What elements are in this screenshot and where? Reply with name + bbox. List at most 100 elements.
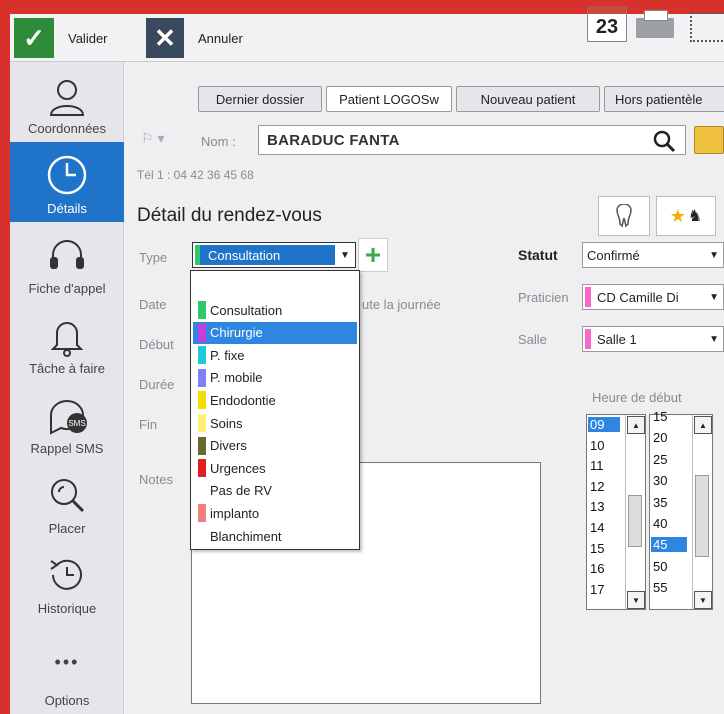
sidebar-item-label: Détails [47, 201, 87, 216]
list-item[interactable]: 11 [588, 458, 620, 473]
list-item[interactable]: 16 [588, 561, 620, 576]
type-option[interactable]: Pas de RV [193, 480, 357, 502]
type-option-swatch [198, 346, 206, 365]
type-option[interactable]: Chirurgie [193, 321, 357, 344]
praticien-select[interactable]: CD Camille Di ▼ [582, 284, 724, 310]
sidebar-item-label: Coordonnées [27, 121, 107, 136]
chevron-down-icon[interactable]: ▼ [709, 250, 719, 261]
type-option[interactable]: Consultation [193, 299, 357, 321]
flag-icon[interactable]: ⚐ ▾ [141, 130, 164, 147]
chevron-down-icon[interactable]: ▼ [337, 245, 353, 265]
list-item[interactable]: 09 [588, 417, 620, 432]
statut-select[interactable]: Confirmé ▼ [582, 242, 724, 268]
list-item[interactable]: 12 [588, 479, 620, 494]
type-dropdown-list[interactable]: Consultation Chirurgie P. fixe P. mobile End… [190, 270, 360, 550]
minutes-scrollbar[interactable]: ▲ ▼ [692, 415, 712, 609]
screen-icon[interactable] [690, 12, 724, 42]
sidebar-item-label: Placer [48, 521, 86, 536]
chevron-down-icon[interactable]: ▼ [694, 591, 712, 609]
favorite-button[interactable]: ★ ♞ [656, 196, 716, 236]
type-option[interactable]: implanto [193, 502, 357, 524]
sidebar-item-tache[interactable]: Tâche à faire [10, 302, 124, 382]
list-item[interactable]: 15 [651, 409, 687, 424]
tooth-button[interactable] [598, 196, 650, 236]
type-option-label: Soins [210, 415, 243, 431]
list-item[interactable]: 20 [651, 430, 687, 445]
type-option-swatch [198, 301, 206, 319]
all-day-text[interactable]: ute la journée [362, 297, 441, 312]
window-frame-left [0, 0, 10, 714]
statut-label: Statut [518, 247, 558, 263]
sidebar-item-rappel-sms[interactable]: SMS Rappel SMS [10, 382, 124, 462]
list-item[interactable]: 17 [588, 582, 620, 597]
type-option[interactable]: Urgences [193, 457, 357, 479]
cancel-button[interactable]: ✕ Annuler [146, 18, 276, 58]
history-icon [50, 559, 82, 590]
chevron-down-icon[interactable]: ▼ [709, 292, 719, 303]
type-option[interactable]: Endodontie [193, 389, 357, 411]
type-option-label: P. mobile [210, 370, 263, 386]
cancel-label: Annuler [198, 30, 243, 46]
type-option-label: Consultation [210, 302, 283, 318]
praticien-color-swatch [585, 287, 591, 307]
sidebar-item-options[interactable]: ••• Options [10, 622, 124, 714]
sidebar-item-fiche-appel[interactable]: Fiche d'appel [10, 222, 124, 302]
type-select[interactable]: Consultation ▼ [192, 242, 356, 268]
type-option-label: Chirurgie [210, 325, 263, 341]
tab-dernier-dossier[interactable]: Dernier dossier [198, 86, 322, 112]
praticien-value: CD Camille Di [597, 289, 679, 305]
minutes-scroll-thumb[interactable] [695, 475, 709, 557]
type-option[interactable]: Soins [193, 412, 357, 434]
chevron-down-icon[interactable]: ▼ [627, 591, 645, 609]
sidebar-item-placer[interactable]: Placer [10, 462, 124, 542]
section-title: Détail du rendez-vous [137, 205, 322, 226]
type-option-label: Urgences [210, 460, 266, 476]
folder-icon[interactable] [694, 126, 724, 154]
name-input[interactable]: BARADUC FANTA [258, 125, 686, 155]
calendar-icon[interactable]: 23 [587, 6, 627, 42]
name-label: Nom : [201, 134, 236, 149]
hours-list[interactable]: ▲ ▼ 09 10 11 12 13 14 15 16 17 [586, 414, 646, 610]
tab-nouveau-patient[interactable]: Nouveau patient [456, 86, 600, 112]
sidebar-item-details[interactable]: Détails [10, 142, 124, 222]
validate-button[interactable]: ✓ Valider [14, 18, 134, 58]
type-option[interactable]: Blanchiment [193, 525, 357, 547]
praticien-label: Praticien [518, 290, 569, 305]
tab-hors-patientele[interactable]: Hors patientèle [604, 86, 724, 112]
printer-icon[interactable] [636, 10, 674, 38]
list-item[interactable]: 30 [651, 473, 687, 488]
hours-scroll-thumb[interactable] [628, 495, 642, 547]
list-item[interactable]: 55 [651, 580, 687, 595]
sidebar-item-historique[interactable]: Historique [10, 542, 124, 622]
person-icon [49, 80, 85, 116]
clock-icon [47, 155, 87, 195]
type-option[interactable]: P. mobile [193, 367, 357, 389]
list-item[interactable]: 15 [588, 541, 620, 556]
list-item[interactable]: 35 [651, 495, 687, 510]
type-option[interactable]: P. fixe [193, 344, 357, 366]
type-option-swatch [198, 323, 206, 342]
validate-label: Valider [68, 30, 108, 46]
search-icon[interactable] [652, 129, 678, 153]
type-option-swatch [198, 414, 206, 432]
list-item[interactable]: 45 [651, 537, 687, 553]
sidebar: Coordonnées Détails Fiche d'appel Tâche … [10, 62, 124, 714]
list-item[interactable]: 25 [651, 452, 687, 467]
list-item[interactable]: 13 [588, 499, 620, 514]
list-item[interactable]: 50 [651, 559, 687, 574]
search-icon [51, 479, 85, 513]
list-item[interactable]: 10 [588, 438, 620, 453]
list-item[interactable]: 40 [651, 516, 687, 531]
tab-patient-logosw[interactable]: Patient LOGOSw [326, 86, 452, 112]
sidebar-item-coordonnees[interactable]: Coordonnées [10, 62, 124, 142]
add-type-button[interactable]: + [358, 238, 388, 272]
chevron-up-icon[interactable]: ▲ [694, 416, 712, 434]
hours-scrollbar[interactable]: ▲ ▼ [625, 415, 645, 609]
person-walk-icon: ♞ [687, 208, 703, 225]
salle-select[interactable]: Salle 1 ▼ [582, 326, 724, 352]
chevron-up-icon[interactable]: ▲ [627, 416, 645, 434]
list-item[interactable]: 14 [588, 520, 620, 535]
minutes-list[interactable]: ▲ ▼ 15 20 25 30 35 40 45 50 55 [649, 409, 713, 610]
type-option[interactable]: Divers [193, 435, 357, 457]
chevron-down-icon[interactable]: ▼ [709, 334, 719, 345]
